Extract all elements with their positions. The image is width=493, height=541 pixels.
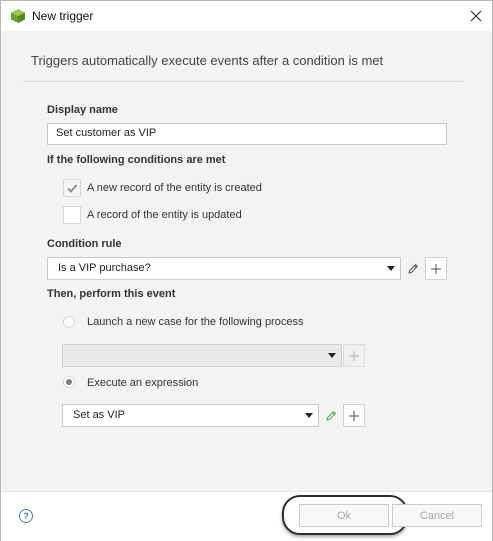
dialog-footer: ? Ok Cancel — [1, 491, 492, 541]
plus-icon — [349, 350, 359, 361]
pencil-icon — [408, 263, 419, 274]
edit-condition-button[interactable] — [402, 257, 424, 280]
add-process-button[interactable] — [343, 344, 365, 367]
conditions-label: If the following conditions are met — [47, 154, 226, 166]
chevron-down-icon — [328, 353, 336, 358]
edit-expression-button[interactable] — [320, 404, 342, 427]
updated-checkbox[interactable] — [63, 206, 81, 224]
updated-checkbox-label: A record of the entity is updated — [87, 209, 242, 221]
condition-rule-label: Condition rule — [47, 238, 122, 250]
radio-selected-dot — [66, 379, 72, 385]
expression-radio[interactable] — [63, 376, 75, 388]
chevron-down-icon — [305, 413, 313, 418]
cancel-button[interactable]: Cancel — [392, 504, 482, 527]
chevron-down-icon — [387, 266, 395, 271]
expression-select-value: Set as VIP — [73, 409, 125, 421]
display-name-label: Display name — [47, 104, 118, 116]
add-condition-button[interactable] — [425, 257, 447, 280]
condition-rule-value: Is a VIP purchase? — [58, 262, 151, 274]
process-radio[interactable] — [63, 316, 75, 328]
pencil-icon — [326, 410, 337, 421]
process-radio-label: Launch a new case for the following proc… — [87, 316, 304, 328]
window-title: New trigger — [32, 9, 94, 23]
dialog-description: Triggers automatically execute events af… — [31, 53, 384, 68]
process-select[interactable] — [62, 344, 342, 367]
plus-icon — [349, 410, 359, 421]
created-checkbox[interactable] — [63, 179, 81, 197]
divider — [23, 81, 463, 82]
created-checkbox-label: A new record of the entity is created — [87, 182, 262, 194]
event-label: Then, perform this event — [47, 288, 176, 300]
display-name-input[interactable]: Set customer as VIP — [47, 123, 447, 145]
plus-icon — [431, 263, 441, 274]
title-bar: New trigger — [1, 1, 492, 31]
help-icon[interactable]: ? — [19, 509, 33, 523]
add-expression-button[interactable] — [343, 404, 365, 427]
expression-select[interactable]: Set as VIP — [62, 404, 319, 427]
expression-radio-label: Execute an expression — [87, 377, 199, 389]
close-icon[interactable] — [463, 3, 489, 29]
condition-rule-select[interactable]: Is a VIP purchase? — [47, 257, 401, 280]
dialog-body: Triggers automatically execute events af… — [1, 31, 492, 491]
ok-button[interactable]: Ok — [299, 504, 389, 527]
green-cube-icon — [10, 8, 26, 24]
new-trigger-dialog: New trigger Triggers automatically execu… — [0, 0, 493, 541]
checkmark-icon — [67, 184, 78, 193]
